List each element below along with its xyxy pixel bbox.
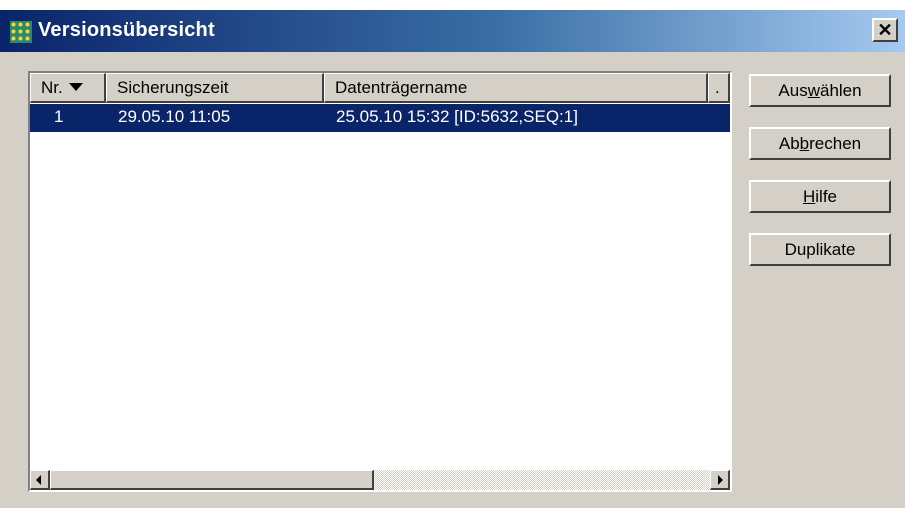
scroll-left-button[interactable]	[30, 470, 50, 490]
table-row[interactable]: 1 29.05.10 11:05 25.05.10 15:32 [ID:5632…	[30, 104, 730, 132]
scroll-left-icon	[36, 475, 41, 485]
button-accelerator: b	[799, 133, 810, 153]
column-header-extra[interactable]: .	[708, 73, 730, 103]
dialog-window: Versionsübersicht ✕ Nr. Sicherungszeit D…	[0, 10, 905, 508]
button-label: ilfe	[815, 186, 837, 206]
column-header-label: .	[715, 78, 720, 97]
cancel-button[interactable]: Ab b rechen	[749, 127, 891, 160]
close-button[interactable]: ✕	[872, 18, 898, 42]
scroll-right-button[interactable]	[710, 470, 730, 490]
cell-nr: 1	[54, 107, 64, 126]
button-label: ählen	[819, 80, 862, 100]
list-header: Nr. Sicherungszeit Datenträgername .	[30, 73, 730, 103]
column-header-label: Nr.	[41, 78, 63, 97]
column-header-label: Sicherungszeit	[117, 78, 229, 97]
button-label: rechen	[809, 133, 862, 153]
column-header-time[interactable]: Sicherungszeit	[106, 73, 324, 103]
button-label: Duplikate	[784, 239, 856, 259]
scroll-thumb[interactable]	[50, 470, 374, 490]
column-header-label: Datenträgername	[335, 78, 468, 97]
cell-name: 25.05.10 15:32 [ID:5632,SEQ:1]	[336, 107, 578, 126]
sort-descending-icon	[68, 83, 83, 91]
button-label: Aus	[778, 80, 808, 100]
cell-time: 29.05.10 11:05	[118, 107, 231, 126]
button-accelerator: H	[802, 186, 816, 206]
horizontal-scrollbar[interactable]	[30, 470, 730, 490]
title-bar[interactable]: Versionsübersicht ✕	[0, 10, 905, 52]
app-icon	[10, 21, 32, 43]
column-header-nr[interactable]: Nr.	[30, 73, 106, 103]
column-header-name[interactable]: Datenträgername	[324, 73, 708, 103]
duplicates-button[interactable]: Duplikate	[749, 233, 891, 266]
button-accelerator: w	[807, 80, 820, 100]
help-button[interactable]: Hilfe	[749, 180, 891, 213]
scroll-right-icon	[718, 475, 723, 485]
version-list[interactable]: Nr. Sicherungszeit Datenträgername . 1 2…	[28, 71, 732, 492]
button-label: Ab	[778, 133, 800, 153]
close-icon: ✕	[877, 20, 893, 40]
window-title: Versionsübersicht	[38, 19, 215, 41]
select-button[interactable]: Aus w ählen	[749, 74, 891, 107]
